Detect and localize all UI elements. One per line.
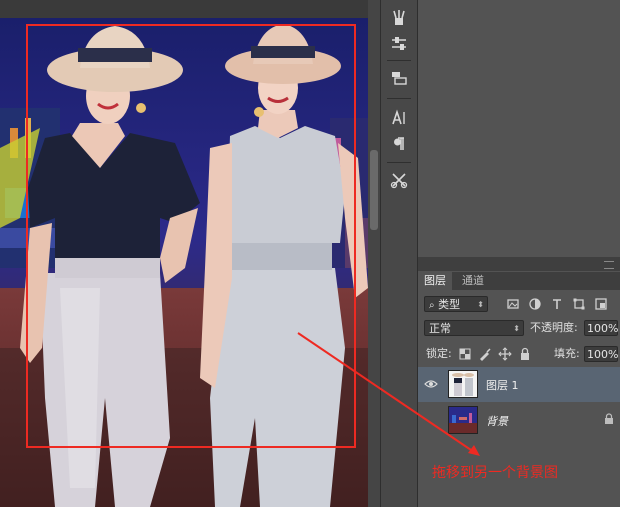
tool-separator: [387, 162, 411, 163]
paragraph-icon[interactable]: [389, 134, 409, 154]
document-canvas[interactable]: [0, 0, 368, 507]
layer-thumbnail: [448, 370, 478, 398]
opacity-label: 不透明度:: [530, 321, 578, 334]
layer-comps-icon[interactable]: [389, 68, 409, 88]
panel-collapse-bar[interactable]: [418, 257, 620, 271]
lock-position-icon[interactable]: [498, 347, 512, 361]
blend-row: 正常 ⬍ 不透明度: 100%: [418, 318, 620, 338]
lock-all-icon[interactable]: [518, 347, 532, 361]
lock-icon: [604, 413, 614, 425]
character-icon[interactable]: [389, 108, 409, 128]
annotation-caption: 拖移到另一个背景图: [432, 465, 558, 481]
layer-row-layer1[interactable]: 图层 1: [418, 367, 620, 402]
pixel-filter-icon[interactable]: [506, 297, 520, 311]
layer-thumbnail: [448, 406, 478, 434]
smart-object-filter-icon[interactable]: [594, 297, 608, 311]
right-panel: 图层 通道 ⌕ 类型 ⬍ 正常 ⬍ 不透明度: 100% 锁定: 填充: 100…: [418, 0, 620, 507]
layers-panel-tabs: 图层 通道: [418, 272, 620, 290]
fill-label: 填充:: [554, 347, 580, 360]
visibility-eye-icon[interactable]: [424, 377, 438, 391]
fill-input[interactable]: 100%: [584, 346, 618, 362]
tool-separator: [387, 60, 411, 61]
layer-row-background[interactable]: 背景: [418, 403, 620, 438]
tool-presets-icon[interactable]: [389, 170, 409, 190]
layer-name[interactable]: 图层 1: [486, 377, 519, 393]
tool-separator: [387, 98, 411, 99]
blend-mode-select[interactable]: 正常 ⬍: [424, 320, 524, 336]
shape-filter-icon[interactable]: [572, 297, 586, 311]
adjust-sliders-icon[interactable]: [389, 34, 409, 54]
lock-row: 锁定: 填充: 100%: [418, 344, 620, 364]
tab-channels[interactable]: 通道: [456, 272, 490, 290]
brush-presets-icon[interactable]: [389, 8, 409, 28]
layer-name[interactable]: 背景: [486, 413, 508, 429]
lock-label: 锁定:: [426, 347, 452, 360]
filter-row: ⌕ 类型 ⬍: [418, 294, 620, 314]
canvas-top-strip: [0, 0, 368, 18]
tab-layers[interactable]: 图层: [418, 272, 452, 290]
lock-transparent-icon[interactable]: [458, 347, 472, 361]
chevron-updown-icon: ⬍: [513, 324, 520, 333]
chevron-updown-icon: ⬍: [477, 300, 484, 309]
search-icon: ⌕: [429, 300, 435, 311]
filter-kind-select[interactable]: ⌕ 类型 ⬍: [424, 296, 488, 312]
grip-icon: [604, 261, 614, 269]
adjustment-filter-icon[interactable]: [528, 297, 542, 311]
canvas-scroll-thumb[interactable]: [370, 150, 378, 230]
filter-kind-label: 类型: [438, 298, 461, 311]
canvas-photo[interactable]: [0, 18, 368, 507]
blend-mode-value: 正常: [429, 322, 451, 335]
panel-tool-strip: [380, 0, 418, 507]
opacity-input[interactable]: 100%: [584, 320, 618, 336]
lock-pixels-icon[interactable]: [478, 347, 492, 361]
type-filter-icon[interactable]: [550, 297, 564, 311]
canvas-scrollbar[interactable]: [368, 0, 380, 507]
